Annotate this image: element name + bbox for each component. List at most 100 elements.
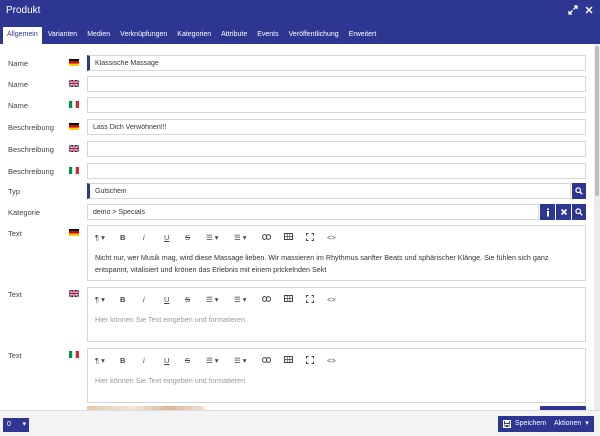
tab-attribute[interactable]: Attribute: [217, 26, 251, 44]
flag-uk-icon: [68, 144, 80, 153]
link-icon[interactable]: [262, 233, 271, 242]
tab-veroeffentlichung[interactable]: Veröffentlichung: [285, 26, 343, 44]
flag-it-icon: [69, 101, 79, 108]
field-label: Beschreibung: [8, 145, 54, 154]
field-label: Beschreibung: [8, 123, 54, 132]
content-scrollbar[interactable]: [594, 44, 600, 410]
status-counter-button[interactable]: 0 ▾: [3, 418, 29, 432]
field-label: Name: [8, 80, 29, 89]
kategorie-value[interactable]: [93, 205, 538, 219]
table-icon[interactable]: [284, 356, 293, 365]
paragraph-icon[interactable]: ¶ ▾: [95, 356, 105, 365]
tab-varianten[interactable]: Varianten: [44, 26, 81, 44]
bold-button[interactable]: B: [120, 233, 125, 242]
text-en-editor[interactable]: ¶ ▾ B i U S ☰ ▾ ☰ ▾ <> Hier können Sie T…: [87, 287, 586, 342]
kategorie-clear-button[interactable]: [556, 204, 571, 220]
unordered-list-icon[interactable]: ☰ ▾: [234, 295, 247, 304]
bold-button[interactable]: B: [120, 295, 125, 304]
typ-input[interactable]: [87, 183, 571, 199]
tab-verknuepfungen[interactable]: Verknüpfungen: [116, 26, 171, 44]
search-icon: [575, 208, 583, 216]
description-it-value[interactable]: [93, 164, 585, 178]
editor-toolbar: ¶ ▾ B i U S ☰ ▾ ☰ ▾ <>: [88, 349, 585, 371]
description-en-input[interactable]: [87, 141, 586, 157]
field-label: Text: [8, 290, 22, 299]
paragraph-icon[interactable]: ¶ ▾: [95, 295, 105, 304]
save-button-label: Speichern: [515, 420, 547, 427]
description-de-input[interactable]: [87, 119, 586, 135]
field-label: Name: [8, 59, 29, 68]
kategorie-search-button[interactable]: [572, 204, 586, 220]
strikethrough-button[interactable]: S: [185, 356, 190, 365]
table-icon[interactable]: [284, 233, 293, 242]
code-view-button[interactable]: <>: [327, 356, 336, 365]
expand-icon[interactable]: [568, 5, 578, 15]
text-en-placeholder[interactable]: Hier können Sie Text eingeben und format…: [95, 314, 575, 326]
italic-button[interactable]: i: [143, 356, 145, 365]
ordered-list-icon[interactable]: ☰ ▾: [206, 233, 219, 242]
tab-allgemein[interactable]: Allgemein: [3, 25, 42, 44]
actions-button[interactable]: Aktionen ▾: [549, 416, 594, 432]
code-view-button[interactable]: <>: [327, 233, 336, 242]
editor-toolbar: ¶ ▾ B i U S ☰ ▾ ☰ ▾ <>: [88, 226, 585, 248]
scrollbar-thumb[interactable]: [595, 46, 599, 196]
name-en-value[interactable]: [93, 77, 585, 91]
underline-button[interactable]: U: [164, 356, 169, 365]
underline-button[interactable]: U: [164, 295, 169, 304]
text-de-editor[interactable]: ¶ ▾ B i U S ☰ ▾ ☰ ▾ <> Nicht nur, wer Mu…: [87, 225, 586, 281]
search-icon: [575, 187, 583, 195]
ordered-list-icon[interactable]: ☰ ▾: [206, 295, 219, 304]
typ-value[interactable]: [95, 184, 570, 198]
unordered-list-icon[interactable]: ☰ ▾: [234, 356, 247, 365]
field-label: Beschreibung: [8, 167, 54, 176]
description-en-value[interactable]: [93, 142, 585, 156]
tab-erweitert[interactable]: Erweitert: [345, 26, 381, 44]
flag-uk-icon: [68, 79, 80, 88]
save-button[interactable]: Speichern: [498, 416, 552, 432]
tab-events[interactable]: Events: [253, 26, 282, 44]
field-label: Typ: [8, 187, 21, 196]
italic-button[interactable]: i: [143, 295, 145, 304]
form-content: Name Name Name Beschreibung Beschreibung…: [0, 44, 600, 410]
name-de-value[interactable]: [95, 56, 585, 70]
info-icon: [546, 207, 549, 216]
link-icon[interactable]: [262, 356, 271, 365]
name-it-value[interactable]: [93, 98, 585, 112]
description-it-input[interactable]: [87, 163, 586, 179]
table-icon[interactable]: [284, 295, 293, 304]
kategorie-info-button[interactable]: [540, 204, 555, 220]
tab-medien[interactable]: Medien: [83, 26, 114, 44]
name-en-input[interactable]: [87, 76, 586, 92]
fullscreen-icon[interactable]: [306, 233, 314, 242]
name-de-input[interactable]: [87, 55, 586, 71]
description-de-value[interactable]: [93, 120, 585, 134]
field-label: Name: [8, 101, 29, 110]
strikethrough-button[interactable]: S: [185, 295, 190, 304]
footer-bar: 0 ▾ Speichern Aktionen ▾: [0, 410, 600, 436]
text-de-content[interactable]: Nicht nur, wer Musik mag, wird diese Mas…: [95, 252, 575, 276]
flag-de-icon: [69, 123, 79, 130]
link-icon[interactable]: [262, 295, 271, 304]
ordered-list-icon[interactable]: ☰ ▾: [206, 356, 219, 365]
unordered-list-icon[interactable]: ☰ ▾: [234, 233, 247, 242]
name-it-input[interactable]: [87, 97, 586, 113]
paragraph-icon[interactable]: ¶ ▾: [95, 233, 105, 242]
fullscreen-icon[interactable]: [306, 295, 314, 304]
strikethrough-button[interactable]: S: [185, 233, 190, 242]
flag-de-icon: [69, 59, 79, 66]
chevron-down-icon: ▾: [22, 421, 26, 428]
kategorie-input[interactable]: [87, 204, 539, 220]
underline-button[interactable]: U: [164, 233, 169, 242]
text-it-placeholder[interactable]: Hier können Sie Text eingeben und format…: [95, 375, 575, 387]
text-it-editor[interactable]: ¶ ▾ B i U S ☰ ▾ ☰ ▾ <> Hier können Sie T…: [87, 348, 586, 403]
bold-button[interactable]: B: [120, 356, 125, 365]
italic-button[interactable]: i: [143, 233, 145, 242]
chevron-down-icon: ▾: [585, 420, 589, 427]
typ-search-button[interactable]: [572, 183, 586, 199]
flag-uk-icon: [68, 289, 80, 298]
close-icon[interactable]: [584, 5, 594, 15]
code-view-button[interactable]: <>: [327, 295, 336, 304]
tab-kategorien[interactable]: Kategorien: [173, 26, 215, 44]
fullscreen-icon[interactable]: [306, 356, 314, 365]
window-title: Produkt: [6, 5, 41, 16]
